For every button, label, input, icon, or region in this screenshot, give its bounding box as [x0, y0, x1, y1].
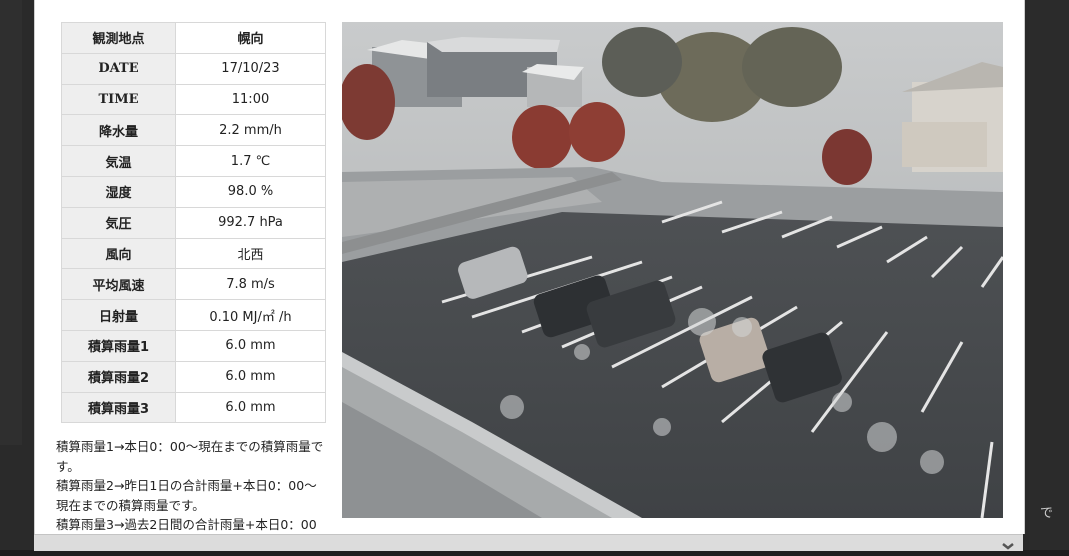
- table-row: 気温 1.7 ℃: [61, 145, 326, 177]
- observation-modal: 観測地点 幌向 DATE 17/10/23 TIME 11:00 降水量 2.2…: [34, 0, 1025, 534]
- row-value: 1.7 ℃: [175, 145, 326, 177]
- table-row: DATE 17/10/23: [61, 52, 326, 85]
- table-row: 積算雨量1 6.0 mm: [61, 329, 326, 362]
- row-label: 風向: [61, 237, 176, 270]
- row-value: 幌向: [175, 22, 326, 54]
- row-value: 2.2 mm/h: [175, 114, 326, 147]
- row-value: 0.10 MJ/㎡ /h: [175, 299, 326, 331]
- parking-lot-photo: [342, 22, 1003, 518]
- table-row: 積算雨量3 6.0 mm: [61, 391, 326, 424]
- row-label: 湿度: [61, 175, 176, 208]
- row-label: 気圧: [61, 206, 176, 239]
- table-row: 降水量 2.2 mm/h: [61, 114, 326, 147]
- row-value: 7.8 m/s: [175, 268, 326, 301]
- camera-image: [342, 22, 1003, 518]
- row-label: TIME: [61, 83, 176, 116]
- row-value: 6.0 mm: [175, 360, 326, 393]
- table-row: 気圧 992.7 hPa: [61, 206, 326, 239]
- observation-table: 観測地点 幌向 DATE 17/10/23 TIME 11:00 降水量 2.2…: [61, 22, 326, 424]
- modal-footer: [34, 534, 1023, 551]
- close-icon[interactable]: [1001, 537, 1015, 551]
- row-label: 降水量: [61, 114, 176, 147]
- row-value: 6.0 mm: [175, 391, 326, 424]
- row-label: 積算雨量2: [61, 360, 176, 393]
- table-row: 日射量 0.10 MJ/㎡ /h: [61, 299, 326, 331]
- background-page-right: [1029, 0, 1069, 550]
- row-label: 積算雨量3: [61, 391, 176, 424]
- table-row: 平均風速 7.8 m/s: [61, 268, 326, 301]
- table-row: 風向 北西: [61, 237, 326, 270]
- row-label: 日射量: [61, 299, 176, 331]
- table-row: 湿度 98.0 %: [61, 175, 326, 208]
- row-value: 北西: [175, 237, 326, 270]
- note-line: 積算雨量3→過去2日間の合計雨量+本日0：00: [56, 517, 317, 532]
- table-row: TIME 11:00: [61, 83, 326, 116]
- row-label: 気温: [61, 145, 176, 177]
- table-row: 積算雨量2 6.0 mm: [61, 360, 326, 393]
- row-label: 観測地点: [61, 22, 176, 54]
- notes-text: 積算雨量1→本日0：00〜現在までの積算雨量です。 積算雨量2→昨日1日の合計雨…: [56, 437, 328, 534]
- background-text: で: [1039, 506, 1053, 521]
- row-value: 992.7 hPa: [175, 206, 326, 239]
- row-label: DATE: [61, 52, 176, 85]
- row-value: 17/10/23: [175, 52, 326, 85]
- row-label: 平均風速: [61, 268, 176, 301]
- row-value: 11:00: [175, 83, 326, 116]
- row-value: 98.0 %: [175, 175, 326, 208]
- note-line: 積算雨量2→昨日1日の合計雨量+本日0：00〜現在までの積算雨量です。: [56, 478, 317, 513]
- table-row: 観測地点 幌向: [61, 22, 326, 54]
- background-page-left: [0, 0, 22, 445]
- row-label: 積算雨量1: [61, 329, 176, 362]
- row-value: 6.0 mm: [175, 329, 326, 362]
- note-line: 積算雨量1→本日0：00〜現在までの積算雨量です。: [56, 439, 324, 474]
